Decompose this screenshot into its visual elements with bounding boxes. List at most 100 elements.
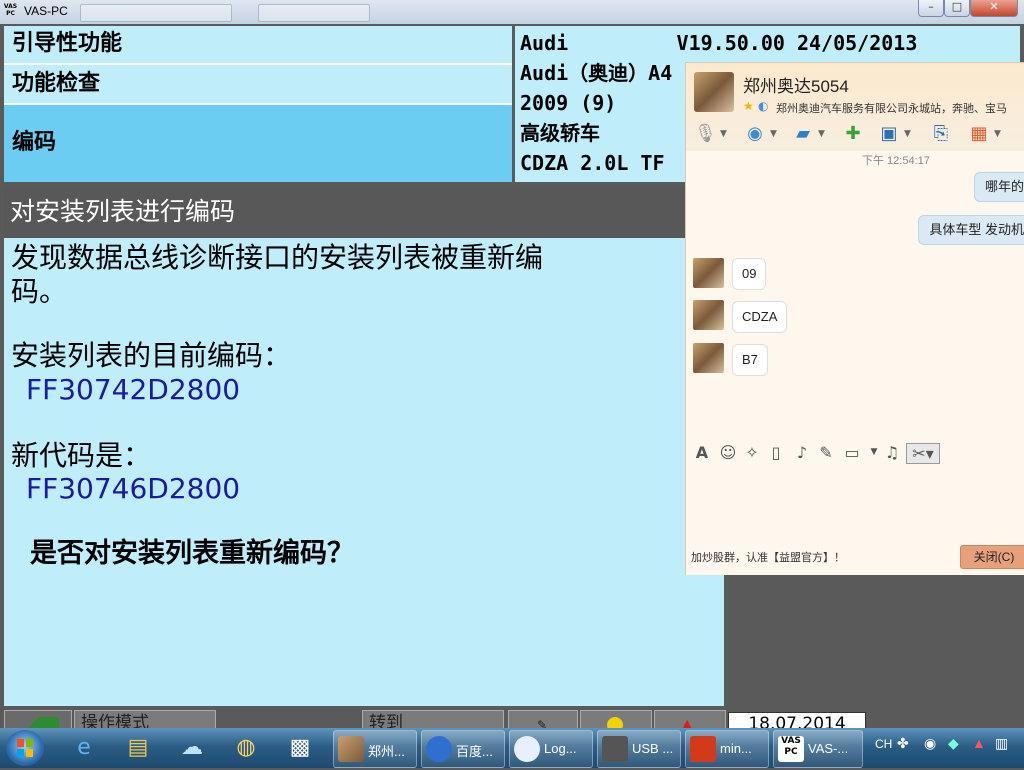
task-label: Log... bbox=[544, 741, 577, 756]
coding-content-panel: 发现数据总线诊断接口的安装列表被重新编 码。 安装列表的目前编码： FF3074… bbox=[4, 238, 724, 706]
task-usb[interactable]: USB ... bbox=[597, 730, 681, 768]
microphone-icon[interactable]: ♪ bbox=[792, 443, 812, 462]
chevron-down-icon[interactable]: ▼ bbox=[994, 129, 1001, 139]
menu-item-label: 引导性功能 bbox=[12, 31, 123, 56]
background-tab bbox=[80, 4, 232, 22]
chat-ad-text[interactable]: 加炒股群，认准【益盟官方】！ bbox=[691, 549, 845, 565]
new-discussion-icon[interactable]: ✚ bbox=[842, 123, 864, 145]
emoji-icon[interactable]: ☺ bbox=[718, 443, 738, 462]
network-icon[interactable]: ▥ bbox=[995, 735, 1008, 752]
cloud-app-icon[interactable]: ☁ bbox=[172, 731, 212, 765]
new-code-label: 新代码是： bbox=[11, 439, 152, 472]
outgoing-message: 具体车型 发动机 bbox=[918, 215, 1024, 245]
vas-logo-icon: VAS PC bbox=[3, 3, 18, 17]
shake-icon[interactable]: ▯ bbox=[766, 443, 786, 462]
incoming-message: 09 bbox=[732, 258, 767, 290]
chevron-down-icon[interactable]: ▼ bbox=[864, 447, 884, 457]
recode-question: 是否对安装列表重新编码？ bbox=[30, 538, 354, 569]
current-code-label: 安装列表的目前编码： bbox=[11, 339, 292, 372]
contact-avatar[interactable] bbox=[693, 300, 724, 330]
start-button[interactable] bbox=[6, 730, 44, 766]
vehicle-info-line: CDZA 2.0L TF bbox=[520, 151, 665, 175]
vehicle-info-line: Audi V19.50.00 24/05/2013 bbox=[520, 31, 918, 55]
section-title: 对安装列表进行编码 bbox=[10, 197, 236, 226]
magic-icon[interactable]: ✧ bbox=[742, 443, 762, 462]
windows-logo-icon bbox=[17, 739, 33, 757]
input-language[interactable]: CH bbox=[875, 737, 892, 751]
internet-explorer-icon[interactable]: e bbox=[64, 731, 104, 765]
image-icon[interactable]: ▭ bbox=[842, 443, 862, 462]
paw-icon[interactable]: ✤ bbox=[897, 735, 909, 752]
status-icon: ◐ bbox=[758, 99, 769, 113]
chevron-down-icon[interactable]: ▼ bbox=[818, 129, 825, 139]
section-header: 对安装列表进行编码 bbox=[4, 186, 724, 238]
star-icon: ★ bbox=[743, 99, 754, 113]
chat-close-button[interactable]: 关闭(C) bbox=[960, 545, 1024, 569]
current-code-value: FF30742D2800 bbox=[26, 373, 241, 406]
video-call-icon[interactable]: ◉ bbox=[744, 123, 766, 145]
chat-window: 郑州奥达5054 ★ ◐ 郑州奥迪汽车服务有限公司永城站，奔驰、宝马 🎙 ▼ ◉… bbox=[685, 62, 1024, 575]
contact-name[interactable]: 郑州奥达5054 bbox=[743, 72, 849, 97]
window-title-bar: VAS PC VAS-PC – □ ✕ bbox=[0, 0, 1024, 24]
music-icon[interactable]: ♫ bbox=[882, 443, 902, 462]
share-screen-icon[interactable]: ⎘ bbox=[930, 123, 952, 145]
task-chat[interactable]: 郑州... bbox=[333, 730, 417, 768]
window-title: VAS-PC bbox=[24, 4, 68, 18]
menu-item-guided-functions[interactable]: 引导性功能 bbox=[4, 26, 512, 63]
app-mascot-icon bbox=[690, 736, 716, 762]
task-min[interactable]: min... bbox=[685, 730, 769, 768]
vehicle-info-line: 2009 (9) bbox=[520, 91, 617, 115]
maximize-button[interactable]: □ bbox=[944, 0, 970, 17]
chat-avatar-icon bbox=[338, 736, 364, 762]
menu-item-coding[interactable]: 编码 bbox=[4, 105, 512, 182]
remote-desktop-icon[interactable]: ▣ bbox=[878, 123, 900, 145]
incoming-message: CDZA bbox=[732, 301, 788, 333]
file-explorer-icon[interactable]: ▤ bbox=[118, 731, 158, 765]
function-menu: 引导性功能 功能检查 编码 bbox=[4, 26, 512, 182]
minimize-button[interactable]: – bbox=[918, 0, 944, 17]
task-log[interactable]: Log... bbox=[509, 730, 593, 768]
menu-item-label: 功能检查 bbox=[12, 71, 101, 96]
safe-remove-icon[interactable]: ◆ bbox=[948, 735, 959, 752]
contact-avatar[interactable] bbox=[693, 343, 724, 373]
log-app-icon bbox=[514, 736, 540, 762]
task-label: USB ... bbox=[632, 741, 674, 756]
menu-item-function-test[interactable]: 功能检查 bbox=[4, 65, 512, 103]
browser-icon[interactable]: ◍ bbox=[226, 731, 266, 765]
pdf-icon[interactable]: ▲ bbox=[972, 735, 986, 751]
vehicle-info-line: 高级轿车 bbox=[520, 121, 600, 145]
close-window-button[interactable]: ✕ bbox=[970, 0, 1018, 17]
task-label: min... bbox=[720, 741, 752, 756]
qq-app-icon[interactable]: ▩ bbox=[280, 731, 320, 765]
incoming-message: B7 bbox=[732, 344, 768, 376]
message-line: 发现数据总线诊断接口的安装列表被重新编 bbox=[11, 241, 544, 274]
task-vas[interactable]: VAS PC VAS-... bbox=[773, 730, 863, 768]
background-tab bbox=[258, 4, 370, 22]
chevron-down-icon[interactable]: ▼ bbox=[770, 129, 777, 139]
contact-avatar[interactable] bbox=[694, 72, 734, 112]
task-label: VAS-... bbox=[808, 741, 849, 756]
apps-icon[interactable]: ▦ bbox=[968, 123, 990, 145]
outgoing-message: 哪年的 bbox=[973, 172, 1024, 202]
taskbar: e ▤ ☁ ◍ ▩ 郑州... 百度... Log... USB ... min… bbox=[0, 728, 1024, 768]
send-file-icon[interactable]: ▰ bbox=[792, 123, 814, 145]
task-baidu[interactable]: 百度... bbox=[421, 730, 505, 768]
usb-icon bbox=[602, 736, 628, 762]
network-app-icon[interactable]: ◉ bbox=[924, 735, 936, 752]
chat-header: 郑州奥达5054 ★ ◐ 郑州奥迪汽车服务有限公司永城站，奔驰、宝马 🎙 ▼ ◉… bbox=[686, 63, 1024, 151]
chevron-down-icon[interactable]: ▼ bbox=[720, 129, 727, 139]
vas-icon: VAS PC bbox=[778, 736, 804, 762]
task-label: 百度... bbox=[456, 744, 493, 759]
font-icon[interactable]: A bbox=[692, 443, 712, 462]
menu-item-label: 编码 bbox=[12, 130, 57, 155]
edit-icon[interactable]: ✎ bbox=[816, 443, 836, 462]
message-line: 码。 bbox=[11, 275, 68, 308]
new-code-value: FF30746D2800 bbox=[26, 472, 241, 505]
task-label: 郑州... bbox=[368, 744, 405, 759]
chevron-down-icon[interactable]: ▼ bbox=[904, 129, 911, 139]
voice-call-icon[interactable]: 🎙 bbox=[694, 123, 717, 145]
contact-avatar[interactable] bbox=[693, 258, 724, 288]
contact-signature: 郑州奥迪汽车服务有限公司永城站，奔驰、宝马 bbox=[776, 103, 1007, 115]
screenshot-icon[interactable]: ✂▾ bbox=[906, 443, 940, 464]
baidu-icon bbox=[426, 736, 452, 762]
